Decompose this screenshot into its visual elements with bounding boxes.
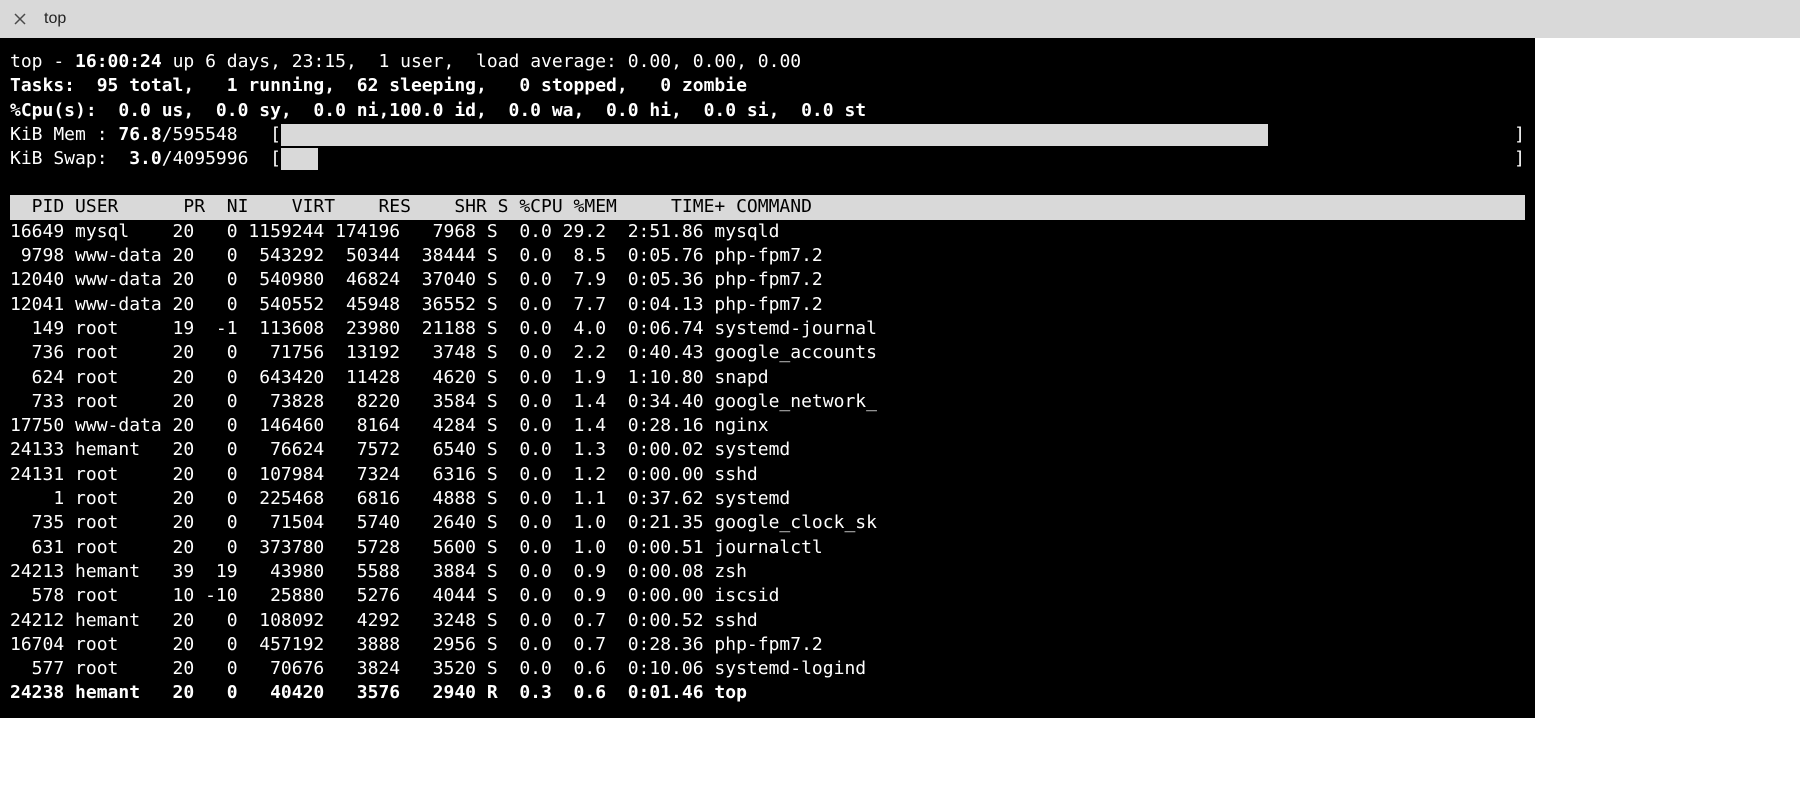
summary-rest: up 6 days, 23:15, 1 user, load average: … <box>173 51 802 72</box>
summary-prefix: top - <box>10 51 75 72</box>
swap-label: KiB Swap: 3.0/4095996 <box>10 147 270 171</box>
table-row: 24213 hemant 39 19 43980 5588 3884 S 0.0… <box>10 560 1525 584</box>
close-icon[interactable] <box>10 9 30 29</box>
table-row: 631 root 20 0 373780 5728 5600 S 0.0 1.0… <box>10 536 1525 560</box>
table-row: 578 root 10 -10 25880 5276 4044 S 0.0 0.… <box>10 584 1525 608</box>
bracket-open-icon: [ <box>270 123 281 147</box>
table-row: 12041 www-data 20 0 540552 45948 36552 S… <box>10 293 1525 317</box>
table-row: 17750 www-data 20 0 146460 8164 4284 S 0… <box>10 414 1525 438</box>
mem-row: KiB Mem : 76.8/595548 [ ] <box>10 123 1525 147</box>
table-row: 624 root 20 0 643420 11428 4620 S 0.0 1.… <box>10 366 1525 390</box>
bracket-close-icon: ] <box>1514 123 1525 147</box>
table-row: 735 root 20 0 71504 5740 2640 S 0.0 1.0 … <box>10 511 1525 535</box>
table-row: 12040 www-data 20 0 540980 46824 37040 S… <box>10 268 1525 292</box>
table-row: 736 root 20 0 71756 13192 3748 S 0.0 2.2… <box>10 341 1525 365</box>
mem-label: KiB Mem : 76.8/595548 <box>10 123 270 147</box>
summary-time: 16:00:24 <box>75 51 173 72</box>
table-row: 733 root 20 0 73828 8220 3584 S 0.0 1.4 … <box>10 390 1525 414</box>
summary-tasks: Tasks: 95 total, 1 running, 62 sleeping,… <box>10 74 1525 98</box>
summary-uptime: top - 16:00:24 up 6 days, 23:15, 1 user,… <box>10 50 1525 74</box>
mem-bar-fill <box>281 124 1268 146</box>
table-row: 24212 hemant 20 0 108092 4292 3248 S 0.0… <box>10 609 1525 633</box>
table-row: 24131 root 20 0 107984 7324 6316 S 0.0 1… <box>10 463 1525 487</box>
terminal[interactable]: top - 16:00:24 up 6 days, 23:15, 1 user,… <box>0 38 1535 718</box>
mem-bar-track <box>281 124 1514 146</box>
swap-bar-fill <box>281 148 318 170</box>
swap-row: KiB Swap: 3.0/4095996 [ ] <box>10 147 1525 171</box>
bracket-close-icon: ] <box>1514 147 1525 171</box>
swap-bar-track <box>281 148 1514 170</box>
table-row: 24238 hemant 20 0 40420 3576 2940 R 0.3 … <box>10 681 1525 705</box>
table-row: 24133 hemant 20 0 76624 7572 6540 S 0.0 … <box>10 438 1525 462</box>
summary-cpu: %Cpu(s): 0.0 us, 0.0 sy, 0.0 ni,100.0 id… <box>10 99 1525 123</box>
table-row: 577 root 20 0 70676 3824 3520 S 0.0 0.6 … <box>10 657 1525 681</box>
window-title: top <box>44 8 66 30</box>
table-row: 9798 www-data 20 0 543292 50344 38444 S … <box>10 244 1525 268</box>
process-header: PID USER PR NI VIRT RES SHR S %CPU %MEM … <box>10 195 1525 219</box>
titlebar: top <box>0 0 1800 38</box>
process-list: 16649 mysql 20 0 1159244 174196 7968 S 0… <box>10 220 1525 706</box>
table-row: 149 root 19 -1 113608 23980 21188 S 0.0 … <box>10 317 1525 341</box>
table-row: 16704 root 20 0 457192 3888 2956 S 0.0 0… <box>10 633 1525 657</box>
table-row: 1 root 20 0 225468 6816 4888 S 0.0 1.1 0… <box>10 487 1525 511</box>
table-row: 16649 mysql 20 0 1159244 174196 7968 S 0… <box>10 220 1525 244</box>
bracket-open-icon: [ <box>270 147 281 171</box>
